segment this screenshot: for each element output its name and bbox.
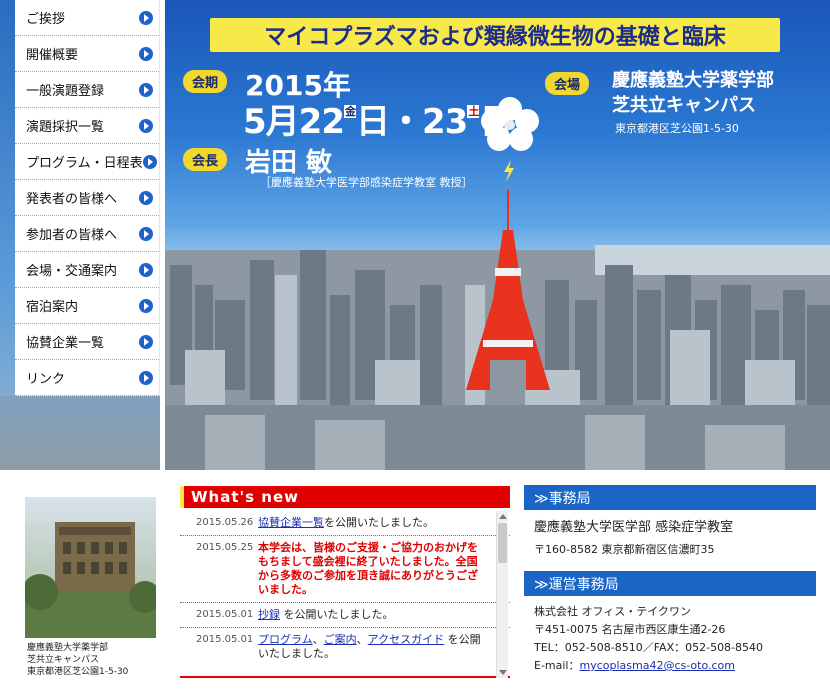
news-link-abstracts[interactable]: 抄録 (258, 608, 280, 621)
venue-line1: 慶應義塾大学薬学部 (612, 70, 774, 91)
caption-line1: 慶應義塾大学薬学部 (27, 643, 109, 653)
nav-label: リンク (26, 372, 66, 387)
arrow-right-icon (139, 118, 153, 133)
conference-day2: 23 (422, 102, 468, 142)
arrow-right-icon (139, 10, 153, 25)
caption-line2: 芝共立キャンパス (27, 655, 100, 665)
arrow-right-icon (139, 46, 153, 61)
news-scrollbar[interactable] (496, 511, 508, 678)
news-item: 2015.05.01 抄録 を公開いたしました。 (180, 603, 510, 628)
venue-building-photo (25, 497, 156, 638)
operations-header: ≫運営事務局 (524, 571, 816, 596)
arrow-right-icon (139, 298, 153, 313)
nav-label: 開催概要 (26, 48, 79, 63)
nav-label: 会場・交通案内 (26, 264, 118, 279)
whats-new-header: What's new (180, 486, 510, 508)
operations-address: 〒451-0075 名古屋市西区康生通2-26 (534, 623, 726, 636)
secretariat-address: 〒160-8582 東京都新宿区信濃町35 (534, 543, 715, 556)
venue-address: 東京都港区芝公園1-5-30 (615, 122, 739, 135)
nav-item-overview[interactable]: 開催概要 (15, 36, 159, 72)
venue-name: 慶應義塾大学薬学部 芝共立キャンパス (612, 68, 774, 118)
scroll-up-icon[interactable] (499, 514, 507, 519)
venue-building-caption: 慶應義塾大学薬学部 芝共立キャンパス 東京都港区芝公園1-5-30 (27, 642, 128, 678)
arrow-right-icon (139, 262, 153, 277)
conference-day1: 22 (298, 102, 345, 142)
news-list[interactable]: 2015.05.26 協賛企業一覧を公開いたしました。 2015.05.25 本… (180, 511, 510, 678)
day1-weekday: 金 (344, 105, 356, 118)
news-link-sponsors[interactable]: 協賛企業一覧 (258, 516, 324, 529)
whats-new-panel: What's new 2015.05.26 協賛企業一覧を公開いたしました。 2… (180, 486, 510, 680)
nav-item-sponsors[interactable]: 協賛企業一覧 (15, 324, 159, 360)
hero-banner: マイコプラズマおよび類縁微生物の基礎と臨床 会期 2015年 5月22金日・23… (165, 0, 830, 470)
caption-line3: 東京都港区芝公園1-5-30 (27, 667, 129, 677)
news-text: を公開いたしました。 (280, 608, 394, 621)
nav-label: プログラム・日程表 (26, 156, 143, 171)
conference-month: 5月 (243, 102, 300, 142)
nav-label: 協賛企業一覧 (26, 336, 105, 351)
news-date: 2015.05.01 (196, 634, 254, 645)
nav-label: 一般演題登録 (26, 84, 105, 99)
nav-label: 宿泊案内 (26, 300, 79, 315)
news-link-program[interactable]: プログラム (258, 633, 313, 646)
nav-label: 演題採択一覧 (26, 120, 105, 135)
side-navigation: ご挨拶 開催概要 一般演題登録 演題採択一覧 プログラム・日程表 発表者の皆様へ… (15, 0, 160, 396)
nav-item-accepted-abstracts[interactable]: 演題採択一覧 (15, 108, 159, 144)
news-date: 2015.05.25 (196, 542, 254, 553)
arrow-right-icon (139, 82, 153, 97)
arrow-right-icon (139, 190, 153, 205)
operations-name: 株式会社 オフィス・テイクワン (534, 605, 692, 618)
period-label-badge: 会期 (183, 70, 228, 93)
news-item: 2015.05.25 本学会は、皆様のご支援・ご協力のおかげをもちまして盛会裡に… (180, 536, 510, 603)
venue-label-badge: 会場 (545, 72, 590, 95)
left-city-backdrop (0, 396, 160, 470)
news-link-guide[interactable]: ご案内 (324, 633, 357, 646)
chair-label-badge: 会長 (183, 148, 228, 171)
lightning-icon (504, 160, 514, 182)
conference-dates: 5月22金日・23土日 (243, 94, 513, 143)
flower-logo-icon (481, 97, 539, 151)
arrow-right-icon (139, 226, 153, 241)
arrow-right-icon (142, 154, 157, 169)
operations-email: E-mail：mycoplasma42@cs-oto.com (534, 657, 735, 673)
news-date: 2015.05.26 (196, 517, 254, 528)
hero-title: マイコプラズマおよび類縁微生物の基礎と臨床 (210, 18, 780, 52)
nav-item-for-participants[interactable]: 参加者の皆様へ (15, 216, 159, 252)
nav-item-links[interactable]: リンク (15, 360, 159, 396)
news-link-access-guide[interactable]: アクセスガイド (368, 633, 444, 646)
news-alert-text: 本学会は、皆様のご支援・ご協力のおかげをもちまして盛会裡に終了いたしました。全国… (258, 541, 478, 596)
news-item: 2015.05.01 プログラム、ご案内、アクセスガイド を公開いたしました。 (196, 633, 481, 660)
operations-tel-fax: TEL：052-508-8510／FAX：052-508-8540 (534, 641, 764, 654)
nav-item-abstract-registration[interactable]: 一般演題登録 (15, 72, 159, 108)
nav-label: ご挨拶 (26, 12, 66, 27)
news-item: 2015.05.26 協賛企業一覧を公開いたしました。 (180, 511, 510, 536)
nav-item-accommodation[interactable]: 宿泊案内 (15, 288, 159, 324)
scrollbar-thumb[interactable] (498, 523, 507, 563)
chair-affiliation: ［慶應義塾大学医学部感染症学教室 教授］ (260, 176, 473, 189)
nav-label: 発表者の皆様へ (26, 192, 118, 207)
venue-line2: 芝共立キャンパス (612, 95, 756, 116)
arrow-right-icon (139, 370, 153, 385)
day-separator: 日・ (356, 102, 423, 142)
secretariat-name: 慶應義塾大学医学部 感染症学教室 (534, 520, 734, 535)
day2-weekday: 土 (467, 105, 480, 118)
secretariat-header: ≫事務局 (524, 485, 816, 510)
nav-item-program[interactable]: プログラム・日程表 (15, 144, 159, 180)
email-link[interactable]: mycoplasma42@cs-oto.com (580, 659, 736, 672)
nav-item-venue-access[interactable]: 会場・交通案内 (15, 252, 159, 288)
tokyo-skyline-image (165, 190, 830, 470)
scroll-down-icon[interactable] (499, 670, 507, 675)
nav-label: 参加者の皆様へ (26, 228, 118, 243)
nav-item-for-presenters[interactable]: 発表者の皆様へ (15, 180, 159, 216)
arrow-right-icon (139, 334, 153, 349)
email-label: E-mail： (534, 659, 580, 672)
news-date: 2015.05.01 (196, 609, 254, 620)
news-text: を公開いたしました。 (324, 516, 434, 529)
nav-item-greeting[interactable]: ご挨拶 (15, 0, 159, 36)
